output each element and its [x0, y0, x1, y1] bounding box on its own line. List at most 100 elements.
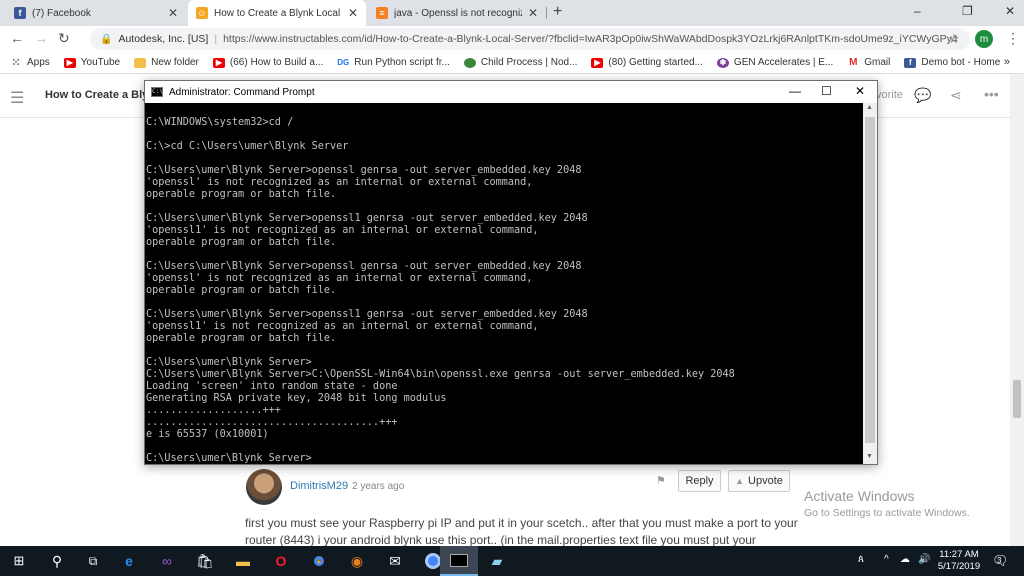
bookmark-new-folder[interactable]: New folder [134, 57, 199, 68]
console-line: C:\Users\umer\Blynk Server>openssl1 genr… [146, 309, 588, 320]
scroll-down-arrow-icon[interactable]: ▼ [866, 453, 873, 460]
console-line: C:\Users\umer\Blynk Server>openssl genrs… [146, 261, 582, 272]
cmd-close-button[interactable]: ✕ [855, 84, 865, 98]
cmd-minimize-button[interactable]: — [789, 84, 801, 98]
taskbar-chrome[interactable] [300, 546, 338, 576]
stackoverflow-icon: ≡ [376, 7, 388, 19]
onedrive-icon[interactable]: ☁ [900, 554, 910, 565]
bookmark-how-to-build[interactable]: ▶ (66) How to Build a... [212, 57, 323, 68]
chrome-menu-icon[interactable]: ⋮ [1006, 30, 1020, 47]
taskbar-mail[interactable]: ✉ [376, 546, 414, 576]
dg-icon: DG [337, 58, 350, 67]
bookmark-run-python[interactable]: DG Run Python script fr... [337, 57, 450, 68]
bookmark-apps[interactable]: ⁙ Apps [10, 57, 49, 69]
comment-icon[interactable]: 💬 [914, 87, 931, 104]
minimize-button[interactable]: – [914, 4, 921, 18]
flag-icon[interactable]: ⚑ [656, 474, 666, 487]
notification-count: 3 [997, 556, 1002, 565]
avatar[interactable] [246, 469, 282, 505]
tab-separator [546, 7, 547, 19]
close-tab-icon[interactable]: ✕ [168, 6, 178, 20]
forward-arrow-icon[interactable]: → [34, 30, 48, 46]
console-line: Loading 'screen' into random state - don… [146, 381, 398, 392]
bookmark-gmail[interactable]: M Gmail [847, 57, 890, 68]
upvote-button[interactable]: ▲ Upvote [728, 470, 790, 492]
taskbar-command-prompt[interactable] [440, 546, 478, 576]
share-icon[interactable]: ⋖ [950, 87, 962, 104]
edge-icon: e [125, 553, 133, 569]
windows-logo-icon: ⊞ [13, 553, 25, 568]
visual-studio-icon: ∞ [162, 553, 172, 569]
search-icon: ⚲ [51, 552, 63, 569]
taskbar-edge[interactable]: e [110, 546, 148, 576]
bookmark-gen-accelerates[interactable]: ✱ GEN Accelerates | E... [716, 57, 833, 68]
page-scrollbar[interactable] [1010, 74, 1024, 546]
page-scrollbar-thumb[interactable] [1013, 380, 1021, 418]
search-button[interactable]: ⚲ [38, 546, 76, 576]
tab-stackoverflow[interactable]: ≡ java - Openssl is not recognized ✕ [368, 0, 546, 26]
gmail-icon: M [849, 57, 858, 68]
bookmarks-overflow-button[interactable]: » [1004, 56, 1010, 68]
volume-icon[interactable]: 🔊 [918, 554, 930, 565]
console-output[interactable]: C:\WINDOWS\system32>cd / C:\>cd C:\Users\… [145, 103, 863, 464]
taskbar-notepad[interactable]: ▰ [478, 546, 516, 576]
people-icon[interactable]: ጰ [858, 554, 864, 565]
back-arrow-icon[interactable]: ← [10, 30, 24, 46]
tab-instructables[interactable]: ☺ How to Create a Blynk Local Serv ✕ [188, 0, 366, 26]
more-options-icon[interactable]: ••• [984, 86, 999, 102]
youtube-icon: ▶ [63, 57, 76, 68]
watermark-subtitle: Go to Settings to activate Windows. [804, 507, 970, 519]
scroll-up-arrow-icon[interactable]: ▲ [866, 104, 873, 111]
comment-author[interactable]: DimitrisM29 [290, 480, 348, 492]
bookmark-getting-started[interactable]: ▶ (80) Getting started... [591, 57, 703, 68]
tab-title: (7) Facebook [32, 7, 91, 19]
profile-avatar[interactable]: m [975, 30, 993, 48]
restore-button[interactable]: ❐ [962, 4, 973, 18]
bookmark-demo-bot[interactable]: f Demo bot - Home [904, 57, 1000, 68]
system-clock[interactable]: 11:27 AM 5/17/2019 [934, 549, 984, 573]
cmd-icon [450, 553, 468, 567]
console-line: 'openssl' is not recognized as an intern… [146, 273, 533, 284]
address-bar[interactable]: 🔒 Autodesk, Inc. [US] | https://www.inst… [90, 28, 970, 50]
task-view-icon: ⧉ [88, 553, 98, 568]
cmd-title-bar[interactable]: C:\ Administrator: Command Prompt — ☐ ✕ [145, 81, 877, 103]
task-view-button[interactable]: ⧉ [74, 546, 112, 576]
cmd-maximize-button[interactable]: ☐ [821, 84, 832, 98]
cmd-scrollbar-thumb[interactable] [865, 117, 875, 443]
taskbar-visual-studio[interactable]: ∞ [148, 546, 186, 576]
favorite-label[interactable]: vorite [876, 89, 903, 101]
tray-overflow-icon[interactable]: ^ [884, 554, 889, 565]
close-tab-icon[interactable]: ✕ [528, 6, 538, 20]
console-line: operable program or batch file. [146, 237, 337, 248]
reply-button[interactable]: Reply [678, 470, 721, 492]
taskbar-store[interactable]: 🛍 [186, 546, 224, 576]
reload-icon[interactable]: ↻ [58, 30, 70, 47]
hamburger-menu-icon[interactable]: ☰ [10, 88, 24, 108]
browser-tab-strip: f (7) Facebook ✕ ☺ How to Create a Blynk… [0, 0, 1024, 26]
console-line: operable program or batch file. [146, 333, 337, 344]
bookmark-label: YouTube [80, 57, 121, 68]
taskbar-media[interactable]: ◉ [338, 546, 376, 576]
close-window-button[interactable]: ✕ [1005, 4, 1015, 18]
taskbar-file-explorer[interactable]: ▬ [224, 546, 262, 576]
taskbar-opera[interactable]: O [262, 546, 300, 576]
close-tab-icon[interactable]: ✕ [348, 6, 358, 20]
bookmarks-bar: ⁙ Apps ▶ YouTube New folder ▶ (66) How t… [0, 52, 1024, 74]
command-prompt-window[interactable]: C:\ Administrator: Command Prompt — ☐ ✕ … [144, 80, 878, 465]
omnibox-separator: | [214, 33, 218, 45]
cmd-scrollbar[interactable]: ▲ ▼ [863, 103, 877, 464]
tab-facebook[interactable]: f (7) Facebook ✕ [6, 0, 186, 26]
facebook-icon: f [14, 7, 26, 19]
new-tab-button[interactable]: + [553, 3, 562, 21]
console-line: C:\Users\umer\Blynk Server>openssl genrs… [146, 165, 582, 176]
bookmark-child-process[interactable]: Child Process | Nod... [463, 57, 578, 68]
comment-text: first you must see your Raspberry pi IP … [245, 516, 798, 547]
bookmark-label: Demo bot - Home [921, 57, 1001, 68]
tab-title: How to Create a Blynk Local Serv [214, 7, 342, 19]
bookmark-youtube[interactable]: ▶ YouTube [63, 57, 121, 68]
start-button[interactable]: ⊞ [0, 546, 38, 576]
bookmark-star-icon[interactable]: ☆ [948, 31, 960, 47]
bookmark-label: Child Process | Nod... [480, 57, 578, 68]
